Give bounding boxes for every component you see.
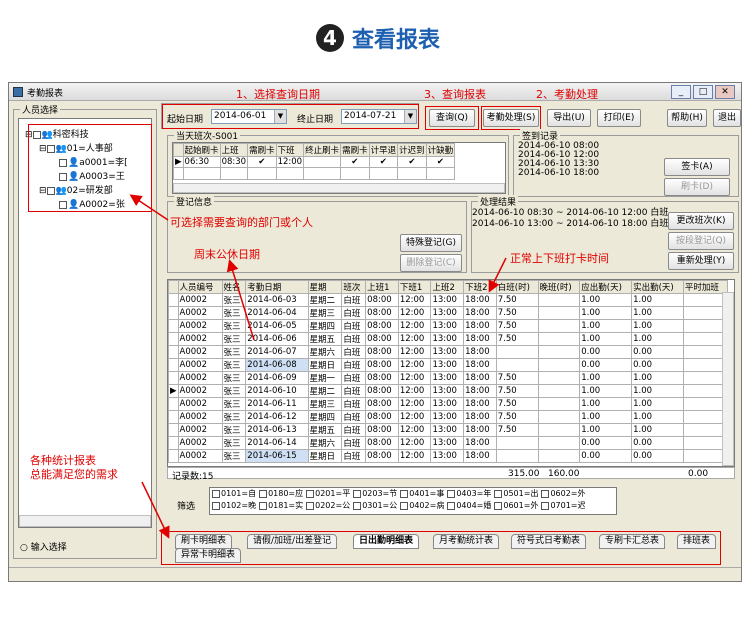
annotation-arrows — [129, 194, 507, 539]
